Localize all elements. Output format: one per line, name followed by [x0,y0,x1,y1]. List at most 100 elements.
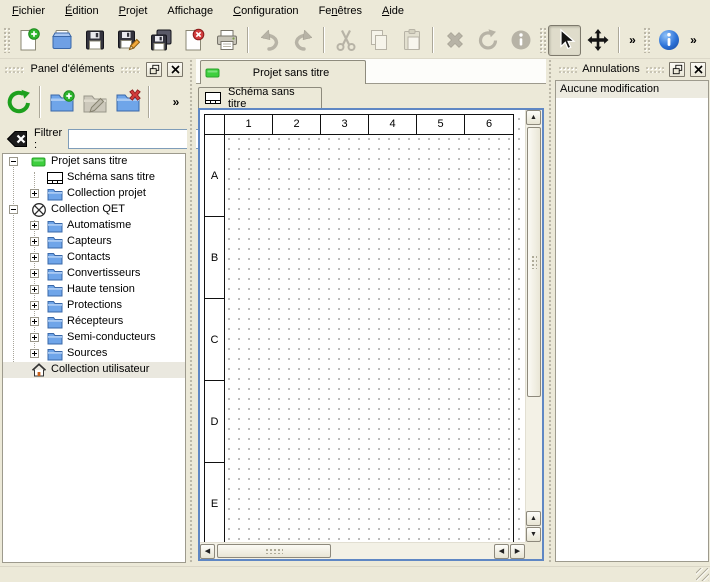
tree-item-recepteurs[interactable]: Récepteurs [3,314,185,330]
info-gray-icon [509,28,533,52]
expand-icon[interactable] [30,349,39,358]
left-splitter[interactable] [187,59,196,563]
right-splitter[interactable] [546,59,554,563]
menu-affichage[interactable]: Affichage [157,1,223,21]
undo-panel-titlebar[interactable]: Annulations [554,59,710,79]
folder-new-button[interactable] [45,83,78,120]
toolbar-overflow-button[interactable]: » [167,95,185,109]
new-file-icon [17,28,41,52]
open-file-button[interactable] [45,25,78,56]
expand-icon[interactable] [30,253,39,262]
tree-item-collection-projet[interactable]: Collection projet [3,186,185,202]
tree-item-semi-conducteurs[interactable]: Semi-conducteurs [3,330,185,346]
menu-edition[interactable]: Édition [55,1,109,21]
horizontal-scroll-thumb[interactable] [217,544,331,558]
info-gray-button [504,25,537,56]
tree-item-sources[interactable]: Sources [3,346,185,362]
toolbar-drag-handle[interactable] [3,27,10,53]
elements-panel-titlebar[interactable]: Panel d'éléments [0,59,187,79]
tree-item-protections[interactable]: Protections [3,298,185,314]
select-arrow-button[interactable] [548,25,581,56]
copy-icon [367,28,391,52]
horizontal-scrollbar[interactable]: ◀ ◀ ▶ [200,542,525,559]
scroll-right-button[interactable]: ▶ [510,544,525,559]
new-file-button[interactable] [12,25,45,56]
collapse-icon[interactable] [9,205,18,214]
save-all-button[interactable] [144,25,177,56]
rotate-button [471,25,504,56]
diagram-view[interactable]: 123456 ABCDE ▲ ▲ ▼ ◀ ◀ ▶ [198,108,544,561]
tree-item-capteurs[interactable]: Capteurs [3,234,185,250]
toolbar-overflow-button[interactable]: » [624,27,641,53]
scroll-down-button[interactable]: ▼ [526,527,541,542]
diagram-canvas[interactable]: 123456 ABCDE [200,110,525,542]
float-panel-button[interactable] [669,62,685,77]
toolbar-drag-handle[interactable] [643,27,650,53]
undo-list-item[interactable]: Aucune modification [556,81,708,98]
tree-item-label: Schéma sans titre [67,171,155,183]
print-button[interactable] [210,25,243,56]
toolbar-separator [39,86,41,118]
menu-fichier[interactable]: Fichier [2,1,55,21]
menu-projet[interactable]: Projet [109,1,158,21]
cut-button [329,25,362,56]
tree-item-haute-tension[interactable]: Haute tension [3,282,185,298]
elements-panel-title: Panel d'éléments [30,63,114,75]
save-as-icon [116,28,140,52]
undo-panel: Annulations Aucune modification [554,59,710,563]
column-header-4: 4 [369,115,417,135]
clear-filter-button[interactable] [6,128,28,150]
refresh-button[interactable] [2,83,35,120]
tree-item-convertisseurs[interactable]: Convertisseurs [3,266,185,282]
vertical-scrollbar[interactable]: ▲ ▲ ▼ [525,110,542,542]
close-panel-button[interactable] [690,62,706,77]
float-panel-button[interactable] [146,62,162,77]
scroll-left-button[interactable]: ◀ [200,544,215,559]
expand-icon[interactable] [30,285,39,294]
expand-icon[interactable] [30,237,39,246]
close-panel-button[interactable] [167,62,183,77]
scroll-up-button-2[interactable]: ▲ [526,511,541,526]
resize-grip[interactable] [696,568,709,581]
tree-item-collection-qet[interactable]: Collection QET [3,202,185,218]
expand-icon[interactable] [30,301,39,310]
refresh-icon [6,89,32,115]
tree-item-automatisme[interactable]: Automatisme [3,218,185,234]
scroll-up-button[interactable]: ▲ [526,110,541,125]
splitter-grip [548,59,552,563]
toolbar-separator [432,27,434,53]
info-blue-button[interactable] [652,25,685,56]
tree-item-label: Automatisme [67,219,131,231]
tab-project[interactable]: Projet sans titre [200,60,366,84]
toolbar-overflow-button[interactable]: » [685,27,702,53]
tab-schema[interactable]: Schéma sans titre [198,87,322,108]
move-cross-button[interactable] [581,25,614,56]
filter-label: Filtrer : [34,127,62,151]
close-file-button[interactable] [177,25,210,56]
expand-icon[interactable] [30,333,39,342]
tree-item-schema-sans-titre[interactable]: Schéma sans titre [3,170,185,186]
column-header-1: 1 [225,115,273,135]
expand-icon[interactable] [30,221,39,230]
scroll-left-button-2[interactable]: ◀ [494,544,509,559]
tree-item-projet-sans-titre[interactable]: Projet sans titre [3,154,185,170]
folder-edit-button [78,83,111,120]
expand-icon[interactable] [30,317,39,326]
vertical-scroll-thumb[interactable] [527,127,541,397]
main-toolbar: »» [0,22,710,59]
tree-item-contacts[interactable]: Contacts [3,250,185,266]
clear-filter-icon [6,130,28,148]
menu-fenetres[interactable]: Fenêtres [309,1,372,21]
menu-configuration[interactable]: Configuration [223,1,308,21]
folder-delete-button[interactable] [111,83,144,120]
menu-aide[interactable]: Aide [372,1,414,21]
save-as-button[interactable] [111,25,144,56]
expand-icon[interactable] [30,189,39,198]
save-button[interactable] [78,25,111,56]
column-header-2: 2 [273,115,321,135]
tree-item-collection-utilisateur[interactable]: Collection utilisateur [3,362,185,378]
collapse-icon[interactable] [9,157,18,166]
redo-button [286,25,319,56]
toolbar-drag-handle[interactable] [539,27,546,53]
expand-icon[interactable] [30,269,39,278]
